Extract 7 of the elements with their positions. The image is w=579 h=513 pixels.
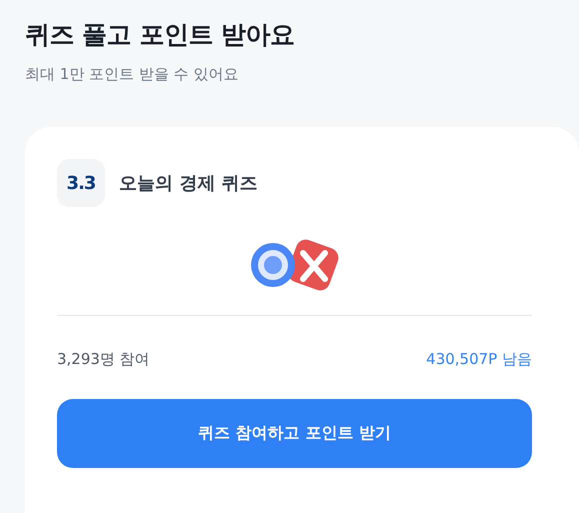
join-quiz-button[interactable]: 퀴즈 참여하고 포인트 받기 [57,399,532,468]
participant-count: 3,293명 참여 [57,350,150,369]
page-subtitle: 최대 1만 포인트 받을 수 있어요 [25,64,240,85]
logo: 3.3 [57,159,105,207]
page-title: 퀴즈 풀고 포인트 받아요 [25,19,296,51]
remaining-points: 430,507P 남음 [426,350,532,369]
quiz-title: 오늘의 경제 퀴즈 [119,172,258,195]
